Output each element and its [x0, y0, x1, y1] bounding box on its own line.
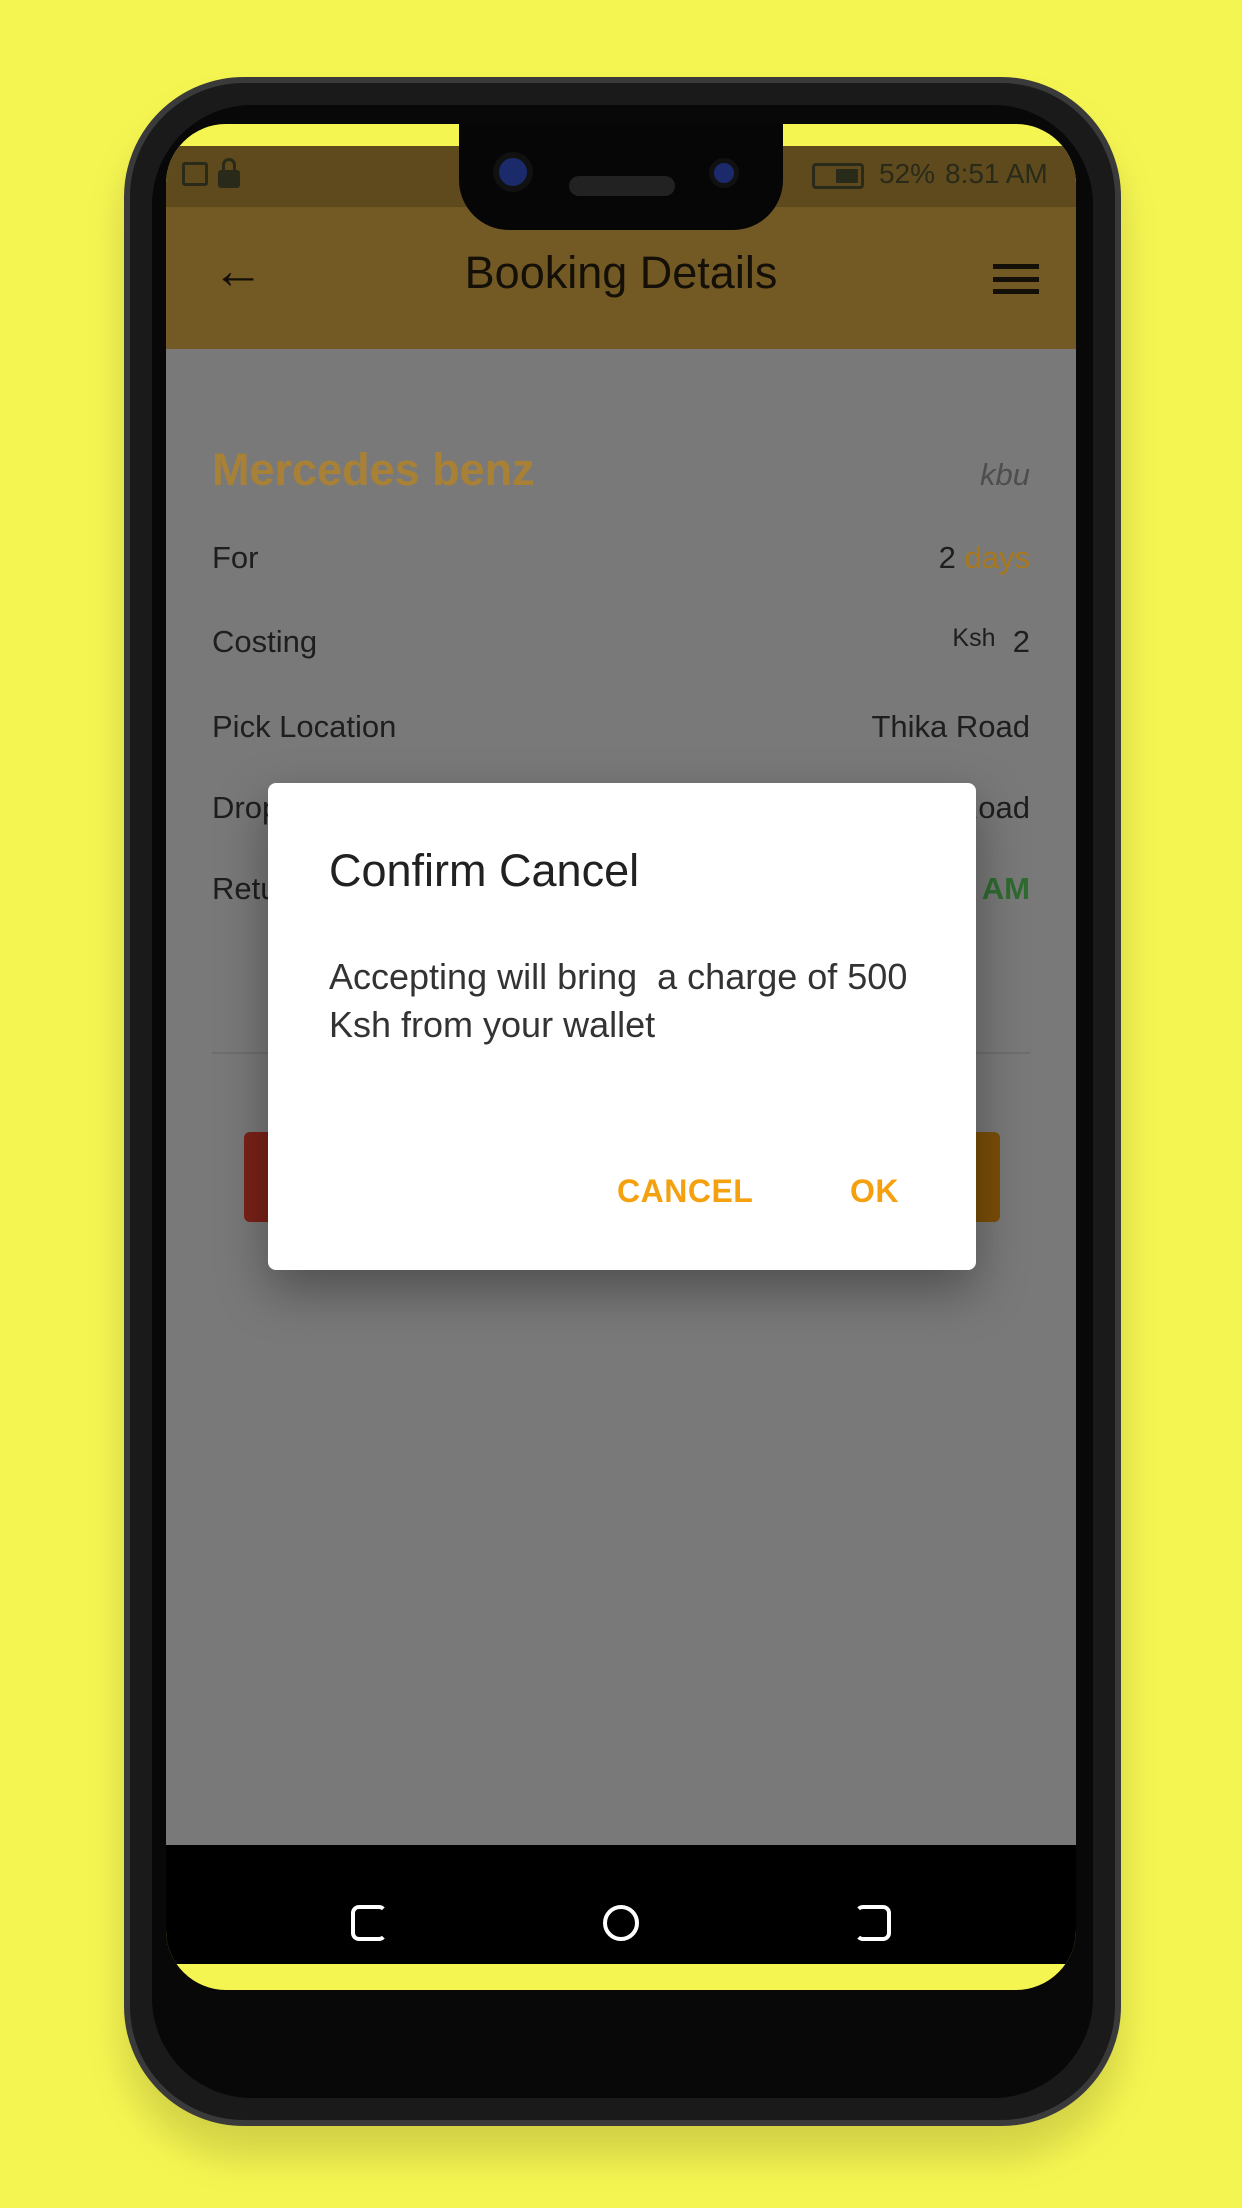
battery-percent: 52% — [879, 158, 936, 189]
hamburger-menu-icon[interactable] — [993, 264, 1039, 294]
clock: 8:51 AM — [945, 158, 1048, 189]
plate-number: kbu — [980, 457, 1030, 492]
page-title: Booking Details — [464, 247, 778, 298]
camera-notch — [459, 124, 783, 230]
recent-apps-icon[interactable] — [351, 1905, 387, 1941]
navigation-bar — [166, 1845, 1076, 1964]
dialog-cancel-button[interactable]: CANCEL — [617, 1173, 753, 1210]
dialog-title: Confirm Cancel — [329, 845, 640, 896]
back-icon[interactable] — [855, 1905, 891, 1941]
battery-icon — [812, 163, 864, 189]
confirm-cancel-dialog: Confirm Cancel Accepting will bring a ch… — [268, 783, 976, 1270]
row-pick-location: Pick Location Thika Road — [212, 709, 1030, 744]
dialog-ok-button[interactable]: OK — [850, 1173, 899, 1210]
home-icon[interactable] — [603, 1905, 639, 1941]
car-name: Mercedes benz — [212, 444, 535, 495]
dialog-message: Accepting will bring a charge of 500 Ksh… — [329, 956, 918, 1045]
cast-icon — [182, 162, 208, 186]
row-duration: For 2 days — [212, 540, 1030, 575]
row-costing: Costing Ksh 2 — [212, 624, 1030, 659]
